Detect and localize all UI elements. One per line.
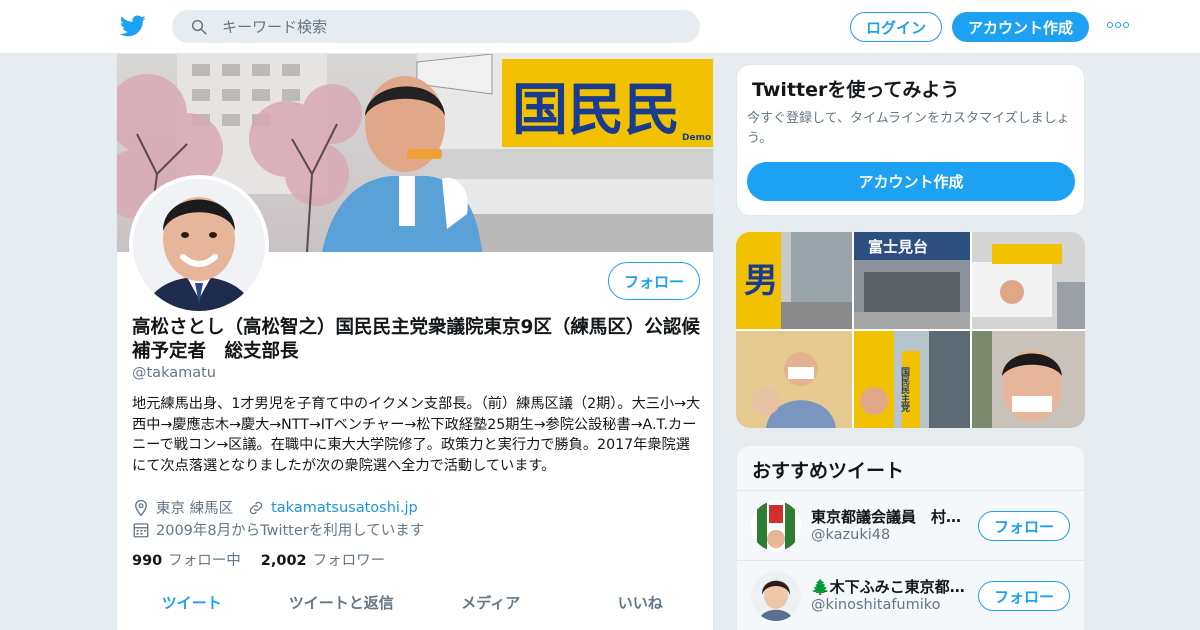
search-bar[interactable] — [172, 10, 700, 43]
banner-sign-text: 国民民 — [512, 78, 680, 143]
followers-label: フォロワー — [312, 553, 386, 569]
tab-tweets-and-replies[interactable]: ツイートと返信 — [267, 592, 417, 613]
link-icon — [249, 501, 263, 514]
profile-location: 東京 練馬区 — [156, 501, 234, 517]
profile-name: 高松さとし（高松智之）国民民主党衆議院東京9区（練馬区）公認候補予定者 総支部長 — [132, 317, 700, 362]
follow-button[interactable]: フォロー — [608, 262, 700, 300]
profile-card: 国民民 Demo フォロー 高松さとし（高松智之）国民民主党衆議院東京9区（練馬… — [116, 54, 714, 630]
media-thumbnail[interactable]: 富士見台 — [854, 232, 970, 329]
media-sign-text: 国民民主党 — [899, 367, 910, 413]
recommended-handle[interactable]: @kazuki48 — [811, 527, 890, 543]
following-label: フォロー中 — [168, 553, 241, 569]
signup-card-title: Twitterを使ってみよう — [752, 79, 960, 101]
signup-button[interactable]: アカウント作成 — [952, 12, 1089, 42]
login-button[interactable]: ログイン — [850, 12, 942, 42]
profile-joined-text: 2009年8月からTwitterを利用しています — [156, 523, 425, 539]
recommended-title: おすすめツイート — [752, 460, 905, 482]
recommended-avatar[interactable] — [751, 501, 801, 551]
recommended-avatar[interactable] — [751, 571, 801, 621]
recommended-follow-button[interactable]: フォロー — [978, 511, 1070, 541]
profile-join-date: 2009年8月からTwitterを利用しています — [132, 519, 424, 540]
media-thumbnail[interactable] — [972, 232, 1085, 329]
recommended-name[interactable]: 東京都議会議員 村上ひでこ — [811, 506, 969, 527]
twitter-bird-icon[interactable] — [120, 13, 146, 39]
media-thumbnail[interactable]: 国民民主党 — [854, 331, 970, 428]
search-icon — [191, 19, 207, 34]
media-sign-text: 富士見台 — [868, 238, 928, 256]
following-count: 990 — [132, 553, 163, 569]
following-stat[interactable]: 990 フォロー中 — [132, 549, 241, 570]
top-navigation-bar: ログイン アカウント作成 — [0, 0, 1200, 54]
profile-stats: 990 フォロー中 2,002 フォロワー — [132, 549, 405, 570]
profile-website-link[interactable]: takamatsusatoshi.jp — [271, 500, 418, 516]
avatar-photo — [133, 179, 265, 311]
media-thumbnail[interactable]: 男 — [736, 232, 852, 329]
followers-count: 2,002 — [260, 553, 307, 569]
profile-handle[interactable]: @takamatu — [132, 365, 216, 381]
banner-sign-sub: Demo — [682, 133, 711, 143]
recommended-handle[interactable]: @kinoshitafumiko — [811, 597, 941, 613]
tab-likes[interactable]: いいね — [566, 592, 714, 613]
media-thumbnail[interactable] — [736, 331, 852, 428]
recommended-tweets-panel: おすすめツイート 東京都議会議員 村上ひでこ @kazuki48 フォロー 🌲木… — [736, 445, 1085, 630]
tab-media[interactable]: メディア — [416, 592, 566, 613]
recommended-follow-button[interactable]: フォロー — [978, 581, 1070, 611]
media-sign-text: 男 — [744, 261, 778, 301]
profile-meta: 東京 練馬区 takamatsusatoshi.jp — [132, 497, 418, 518]
signup-card-description: 今すぐ登録して、タイムラインをカスタマイズしましょう。 — [747, 111, 1070, 146]
media-thumbnail[interactable] — [972, 331, 1085, 428]
recommended-item[interactable]: 🌲木下ふみこ東京都議会議員 @kinoshitafumiko フォロー — [737, 560, 1084, 630]
profile-avatar[interactable] — [129, 175, 269, 315]
recommended-item[interactable]: 東京都議会議員 村上ひでこ @kazuki48 フォロー — [737, 490, 1084, 560]
calendar-icon — [133, 522, 149, 537]
tab-tweets[interactable]: ツイート — [117, 592, 267, 613]
more-options-icon[interactable] — [1107, 22, 1129, 30]
location-pin-icon — [135, 499, 147, 517]
signup-card: Twitterを使ってみよう 今すぐ登録して、タイムラインをカスタマイズしましょ… — [736, 64, 1085, 216]
profile-tabs: ツイート ツイートと返信 メディア いいね — [117, 592, 714, 613]
followers-stat[interactable]: 2,002 フォロワー — [261, 549, 385, 570]
signup-card-button[interactable]: アカウント作成 — [747, 162, 1075, 201]
recommended-name[interactable]: 🌲木下ふみこ東京都議会議員 — [811, 576, 969, 597]
profile-bio: 地元練馬出身、1才男児を子育て中のイクメン支部長。（前）練馬区議（2期）。大三小… — [132, 396, 701, 474]
search-input[interactable] — [222, 17, 662, 36]
media-grid: 男 富士見台 国民民主党 — [736, 232, 1085, 428]
